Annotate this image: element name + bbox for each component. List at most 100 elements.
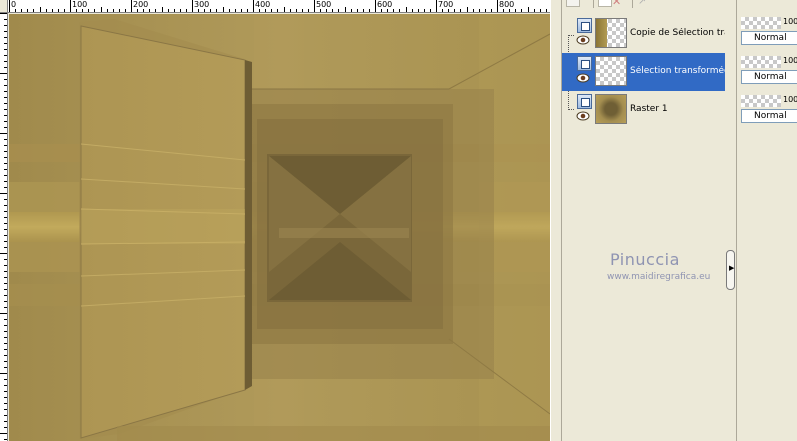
ruler-minor-tick	[4, 91, 7, 92]
layer-name: Raster 1	[630, 104, 668, 114]
ruler-label: 300	[194, 0, 210, 9]
layer-row[interactable]: Copie de Sélection tran	[562, 15, 725, 53]
watermark-name: Pinuccia	[610, 250, 680, 269]
ruler-minor-tick	[4, 241, 7, 242]
ruler-minor-tick	[4, 421, 7, 422]
toolbar-separator	[593, 0, 594, 8]
visibility-eye-icon[interactable]	[576, 73, 590, 83]
ruler-minor-tick	[4, 289, 7, 290]
blend-mode-select[interactable]: Normal	[741, 70, 797, 84]
ruler-minor-tick	[4, 427, 7, 428]
ruler-minor-tick	[4, 79, 7, 80]
ruler-minor-tick	[423, 9, 425, 12]
ruler-minor-tick	[362, 9, 364, 12]
edit-layer-icon[interactable]: ↗	[638, 0, 646, 7]
ruler-minor-tick	[472, 9, 474, 12]
ruler-minor-tick	[4, 97, 7, 98]
ruler-corner	[0, 0, 8, 13]
ruler-label: 700	[438, 0, 454, 9]
vertical-ruler	[0, 13, 8, 441]
ruler-minor-tick	[320, 9, 322, 12]
ruler-minor-tick	[0, 133, 7, 134]
opacity-value: 100	[783, 95, 797, 104]
opacity-slider[interactable]	[741, 95, 781, 107]
ruler-minor-tick	[51, 9, 53, 12]
panel-splitter[interactable]	[550, 0, 562, 441]
ruler-minor-tick	[4, 361, 7, 362]
ruler-label: 600	[377, 0, 393, 9]
layer-properties-panel: 100 Normal 100 Normal 100 Normal	[736, 0, 797, 441]
blend-mode-select[interactable]: Normal	[741, 109, 797, 123]
opacity-slider[interactable]	[741, 56, 781, 68]
ruler-minor-tick	[265, 9, 267, 12]
ruler-major-tick	[497, 0, 498, 12]
blend-mode-select[interactable]: Normal	[741, 31, 797, 45]
ruler-minor-tick	[0, 253, 7, 254]
ruler-minor-tick	[381, 9, 383, 12]
visibility-eye-icon[interactable]	[576, 35, 590, 45]
ruler-minor-tick	[4, 31, 7, 32]
ruler-minor-tick	[295, 9, 297, 12]
ruler-minor-tick	[4, 67, 7, 68]
ruler-minor-tick	[4, 235, 7, 236]
ruler-minor-tick	[82, 9, 84, 12]
ruler-minor-tick	[509, 9, 511, 12]
ruler-minor-tick	[198, 9, 200, 12]
ruler-minor-tick	[4, 109, 7, 110]
layer-row[interactable]: Sélection transformée	[562, 53, 725, 91]
ruler-minor-tick	[4, 61, 7, 62]
ruler-minor-tick	[124, 9, 126, 12]
ruler-minor-tick	[332, 9, 334, 12]
visibility-eye-icon[interactable]	[576, 111, 590, 121]
ruler-minor-tick	[460, 9, 462, 12]
ruler-minor-tick	[137, 9, 139, 12]
ruler-minor-tick	[277, 9, 279, 12]
opacity-slider[interactable]	[741, 17, 781, 29]
ruler-minor-tick	[4, 385, 7, 386]
panel-expand-handle[interactable]: ▶	[726, 250, 735, 290]
ruler-minor-tick	[0, 73, 7, 74]
delete-layer-icon[interactable]: ✕	[612, 0, 621, 7]
ruler-minor-tick	[228, 9, 230, 12]
ruler-minor-tick	[344, 7, 346, 12]
ruler-minor-tick	[4, 169, 7, 170]
ruler-minor-tick	[4, 259, 7, 260]
layer-row[interactable]: Raster 1	[562, 91, 725, 129]
ruler-minor-tick	[15, 9, 17, 12]
ruler-minor-tick	[149, 9, 151, 12]
ruler-minor-tick	[411, 9, 413, 12]
ruler-minor-tick	[4, 199, 7, 200]
opacity-value: 100	[783, 17, 797, 26]
ruler-minor-tick	[350, 9, 352, 12]
ruler-minor-tick	[4, 319, 7, 320]
ruler-minor-tick	[326, 9, 328, 12]
ruler-minor-tick	[4, 409, 7, 410]
ruler-minor-tick	[4, 121, 7, 122]
ruler-minor-tick	[338, 9, 340, 12]
ruler-minor-tick	[76, 9, 78, 12]
duplicate-layer-icon[interactable]	[598, 0, 612, 7]
layer-thumbnail	[595, 94, 627, 124]
layer-thumbnail	[595, 56, 627, 86]
new-layer-icon[interactable]	[566, 0, 580, 7]
ruler-minor-tick	[4, 127, 7, 128]
ruler-minor-tick	[454, 9, 456, 12]
ruler-minor-tick	[4, 403, 7, 404]
ruler-major-tick	[314, 0, 315, 12]
image-canvas[interactable]	[9, 14, 550, 441]
layer-type-icon	[577, 18, 592, 33]
ruler-label: 800	[499, 0, 515, 9]
ruler-minor-tick	[301, 9, 303, 12]
ruler-minor-tick	[521, 9, 523, 12]
ruler-label: 100	[72, 0, 88, 9]
layer-thumbnail	[595, 18, 627, 48]
ruler-minor-tick	[4, 49, 7, 50]
ruler-minor-tick	[442, 9, 444, 12]
ruler-minor-tick	[393, 9, 395, 12]
ruler-minor-tick	[4, 37, 7, 38]
ruler-minor-tick	[88, 9, 90, 12]
layer-properties-row: 100 Normal	[739, 93, 797, 123]
ruler-minor-tick	[4, 85, 7, 86]
ruler-minor-tick	[515, 9, 517, 12]
ruler-minor-tick	[4, 355, 7, 356]
